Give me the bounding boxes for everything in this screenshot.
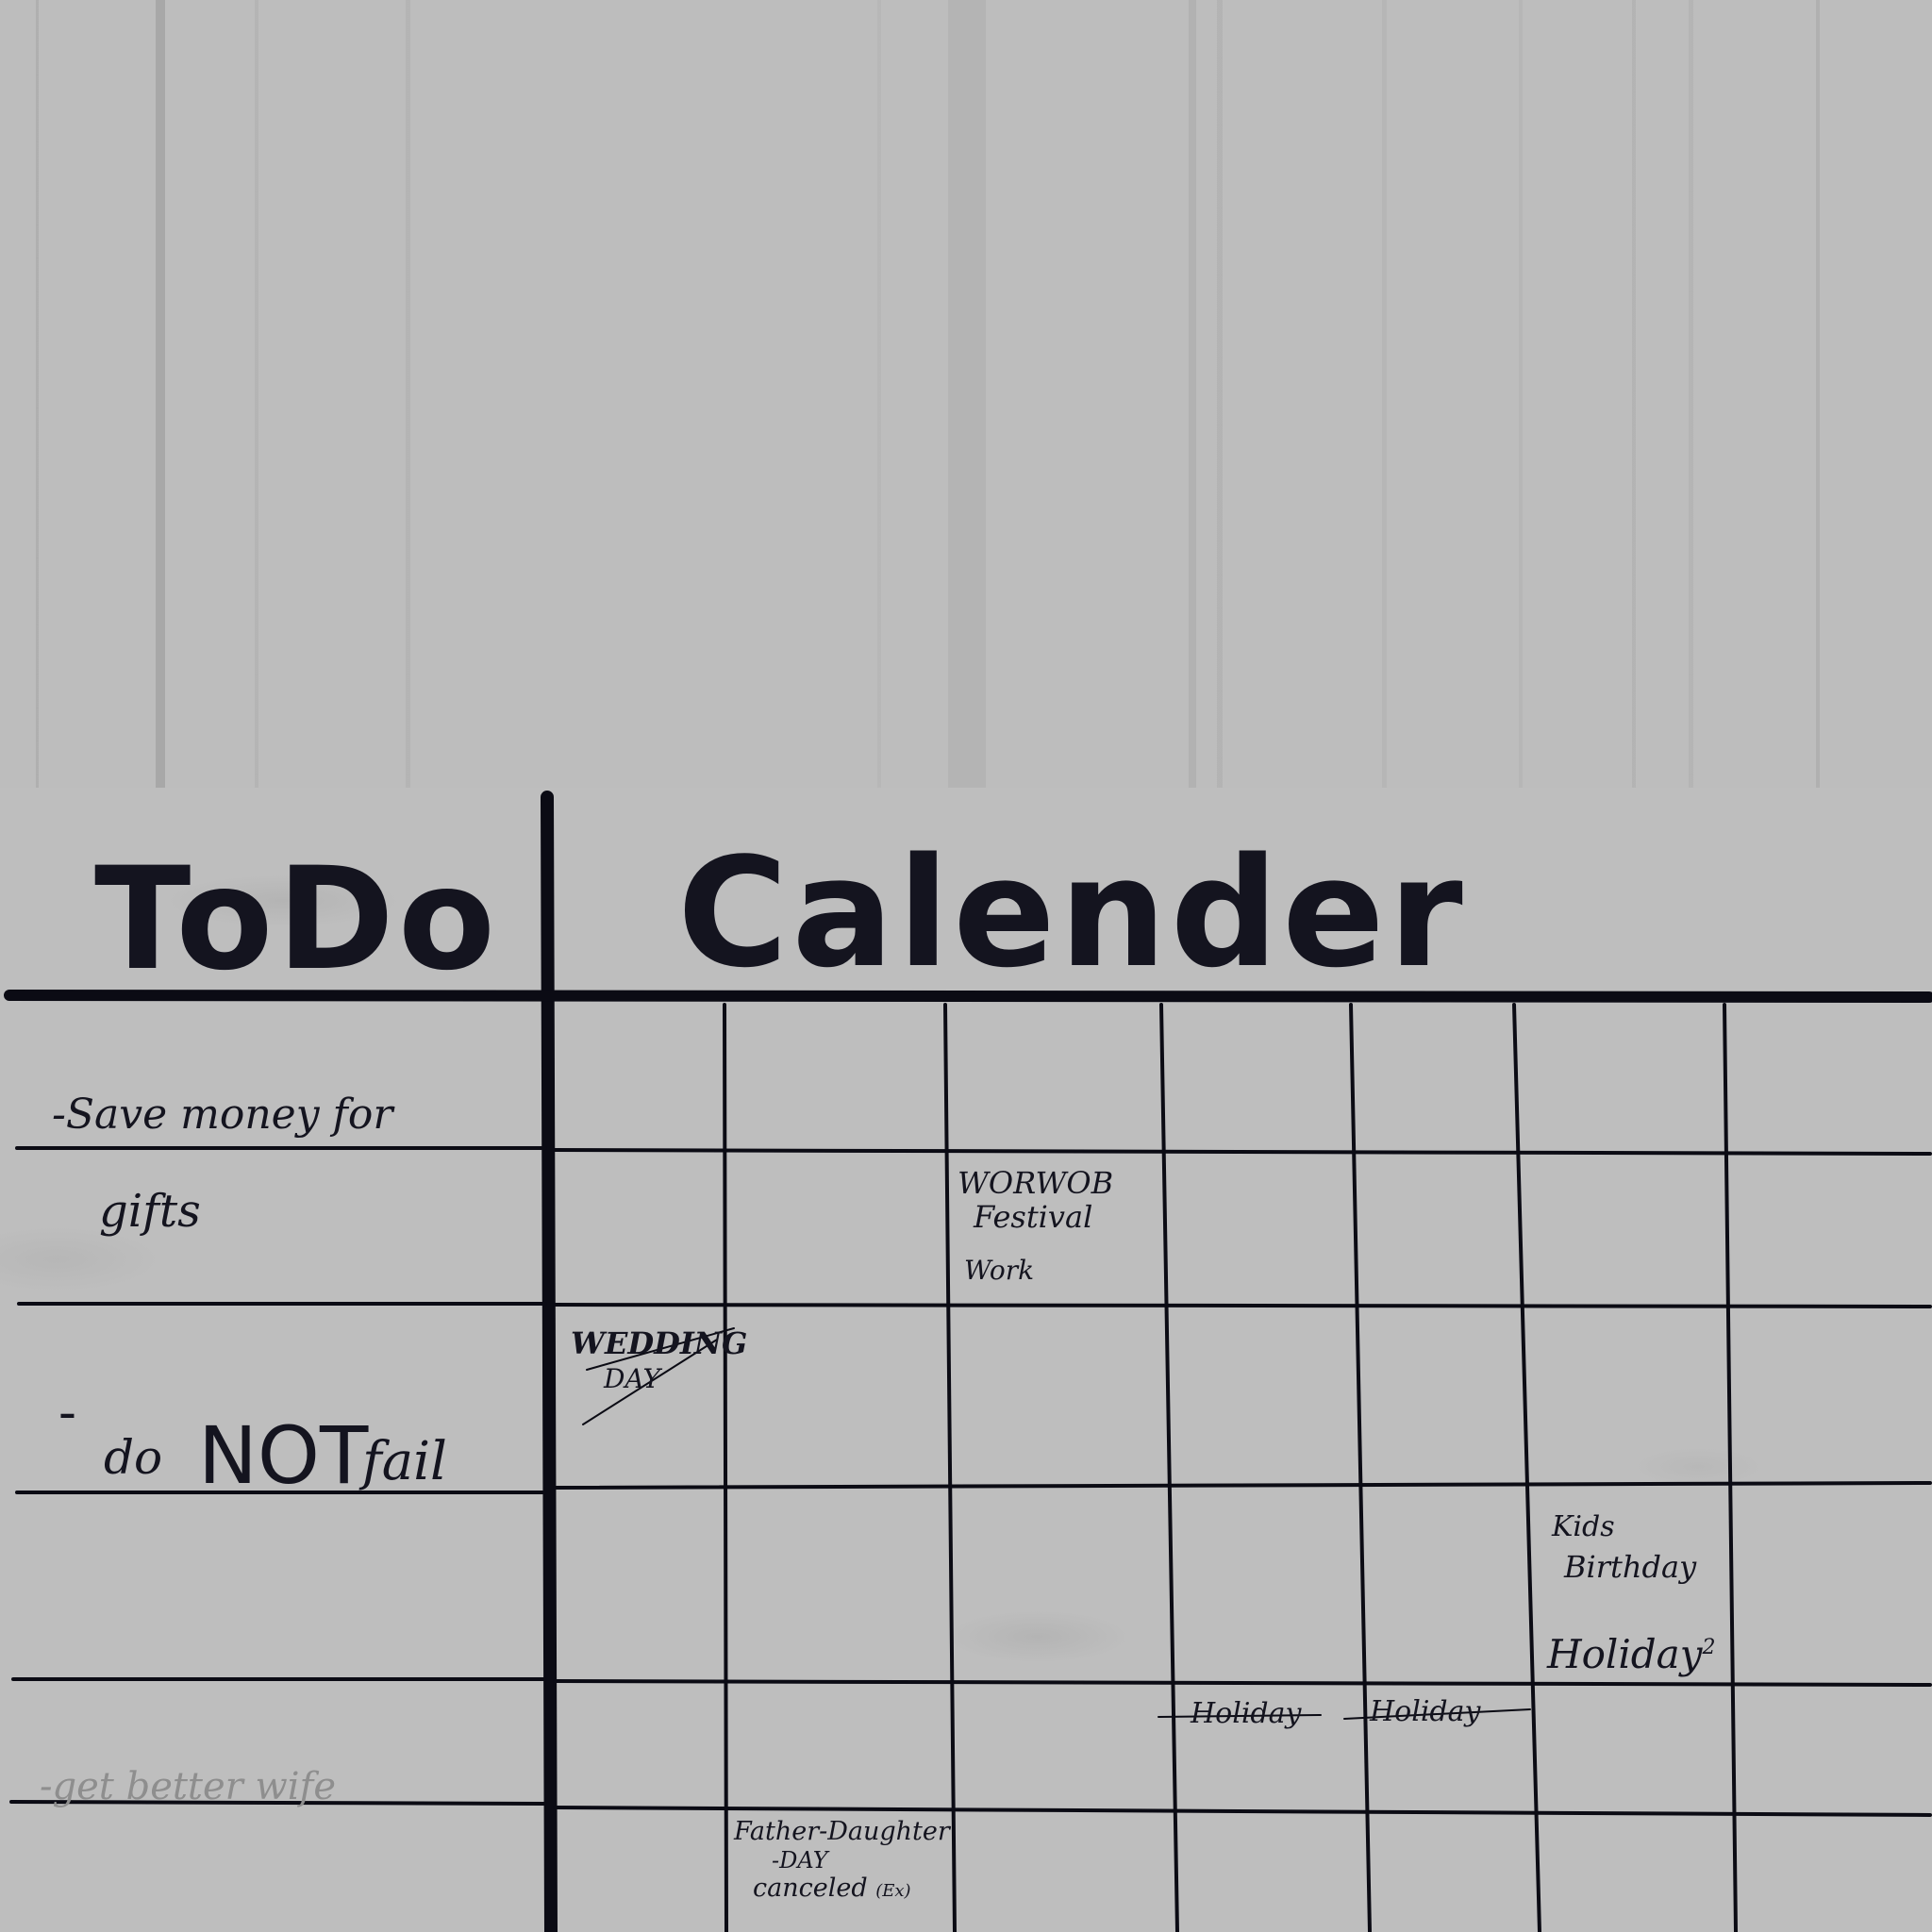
calendar-row-line-4 [553,1679,1932,1687]
holiday-2-entry: Holiday2 [1547,1635,1715,1674]
todo-item-2-word-2: NOT [198,1409,369,1502]
todo-item-1-line-2: gifts [99,1185,201,1238]
father-canceled: canceled [753,1874,868,1903]
kids-line-1: Kids [1552,1510,1615,1543]
todo-item-3: -get better wife [40,1765,337,1808]
calendar-col-line-6 [1723,1003,1738,1932]
calendar-title: Calender [677,824,1467,1001]
calendar-col-line-2 [943,1003,957,1932]
holiday-struck-2: Holiday [1370,1695,1481,1728]
calendar-col-line-4 [1349,1003,1372,1932]
work-entry: Work [964,1255,1035,1286]
wedding-line-2: DAY [604,1363,661,1394]
kids-line-2: Birthday [1564,1549,1697,1585]
calendar-col-line-3 [1159,1003,1179,1932]
holiday-2-superscript: 2 [1702,1636,1716,1659]
festival-line-1: WORWOB [958,1165,1114,1201]
todo-item-2-dash: - [58,1382,76,1443]
calendar-row-line-1 [553,1148,1932,1156]
todo-item-1-line-1: -Save money for [52,1091,393,1139]
calendar-row-line-2 [553,1303,1932,1308]
festival-line-2: Festival [974,1199,1093,1235]
father-line-2: -DAY [772,1847,828,1874]
father-ex: (Ex) [875,1881,911,1901]
wedding-line-1: WEDDING [571,1325,748,1361]
main-divider-line [541,791,558,1932]
holiday-2-label: Holiday [1547,1631,1703,1677]
calendar-col-line-1 [723,1003,728,1932]
todo-item-2-word-3: fail [362,1431,447,1492]
calendar-col-line-5 [1512,1003,1541,1932]
todo-title: ToDo [94,838,500,1002]
father-line-1: Father-Daughter [734,1817,950,1846]
father-line-3: canceled (Ex) [753,1875,911,1901]
holiday-struck-1: Holiday [1191,1697,1302,1730]
todo-item-2-word-1: do [104,1430,163,1485]
calendar-row-line-5 [553,1806,1932,1817]
calendar-row-line-3 [553,1481,1932,1490]
